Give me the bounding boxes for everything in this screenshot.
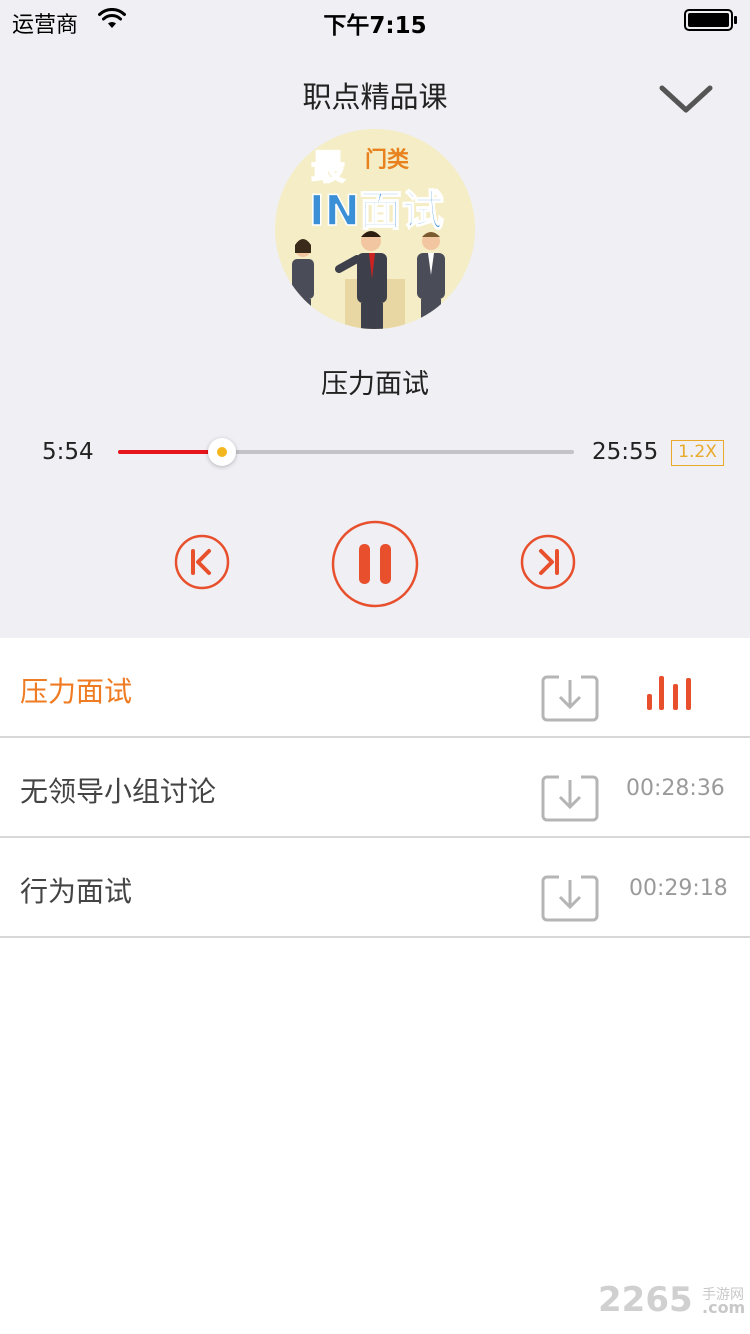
status-time: 下午7:15 [323, 13, 427, 39]
pause-button[interactable] [331, 520, 419, 608]
previous-track-button[interactable] [174, 534, 230, 590]
download-icon[interactable] [541, 674, 599, 722]
slider-fill [118, 450, 222, 454]
cover-illustration: 最 门类 IN面试 [275, 129, 475, 329]
watermark: 2265 手游网 .com [598, 1280, 750, 1320]
playback-speed-button[interactable]: 1.2X [671, 440, 724, 466]
playlist-item-title: 无领导小组讨论 [20, 775, 217, 808]
playlist-item[interactable]: 无领导小组讨论 00:28:36 [0, 738, 750, 838]
elapsed-time: 5:54 [42, 439, 94, 465]
total-duration: 25:55 [592, 439, 659, 465]
now-playing-bars-icon [647, 676, 691, 710]
playlist-item-title: 行为面试 [20, 875, 133, 908]
battery-icon [684, 9, 737, 31]
next-track-button[interactable] [520, 534, 576, 590]
cover-text-1: 最 [311, 148, 345, 188]
playlist: 压力面试 无领导小组讨论 00:28:36 行为面试 00:29:18 [0, 638, 750, 938]
watermark-domain: .com [702, 1298, 746, 1317]
page-title: 职点精品课 [302, 80, 448, 114]
playlist-item[interactable]: 行为面试 00:29:18 [0, 838, 750, 938]
chevron-down-icon[interactable] [656, 78, 716, 118]
playlist-item-duration: 00:28:36 [626, 776, 725, 801]
watermark-number: 2265 [598, 1280, 693, 1320]
download-icon[interactable] [541, 874, 599, 922]
slider-thumb[interactable] [208, 438, 236, 466]
download-icon[interactable] [541, 774, 599, 822]
playlist-item[interactable]: 压力面试 [0, 638, 750, 738]
progress-slider[interactable] [118, 436, 574, 468]
playlist-item-duration: 00:29:18 [629, 876, 728, 901]
player-panel: 运营商 下午7:15 职点精品课 最 门类 IN面试 压力面试 5:54 25:… [0, 0, 750, 638]
cover-text-2: IN面试 [309, 186, 444, 235]
playlist-item-title: 压力面试 [20, 675, 133, 708]
status-bar: 运营商 下午7:15 [0, 0, 750, 40]
now-playing-title: 压力面试 [321, 369, 429, 400]
album-cover: 最 门类 IN面试 [275, 129, 475, 329]
cover-text-1b: 门类 [365, 147, 410, 173]
